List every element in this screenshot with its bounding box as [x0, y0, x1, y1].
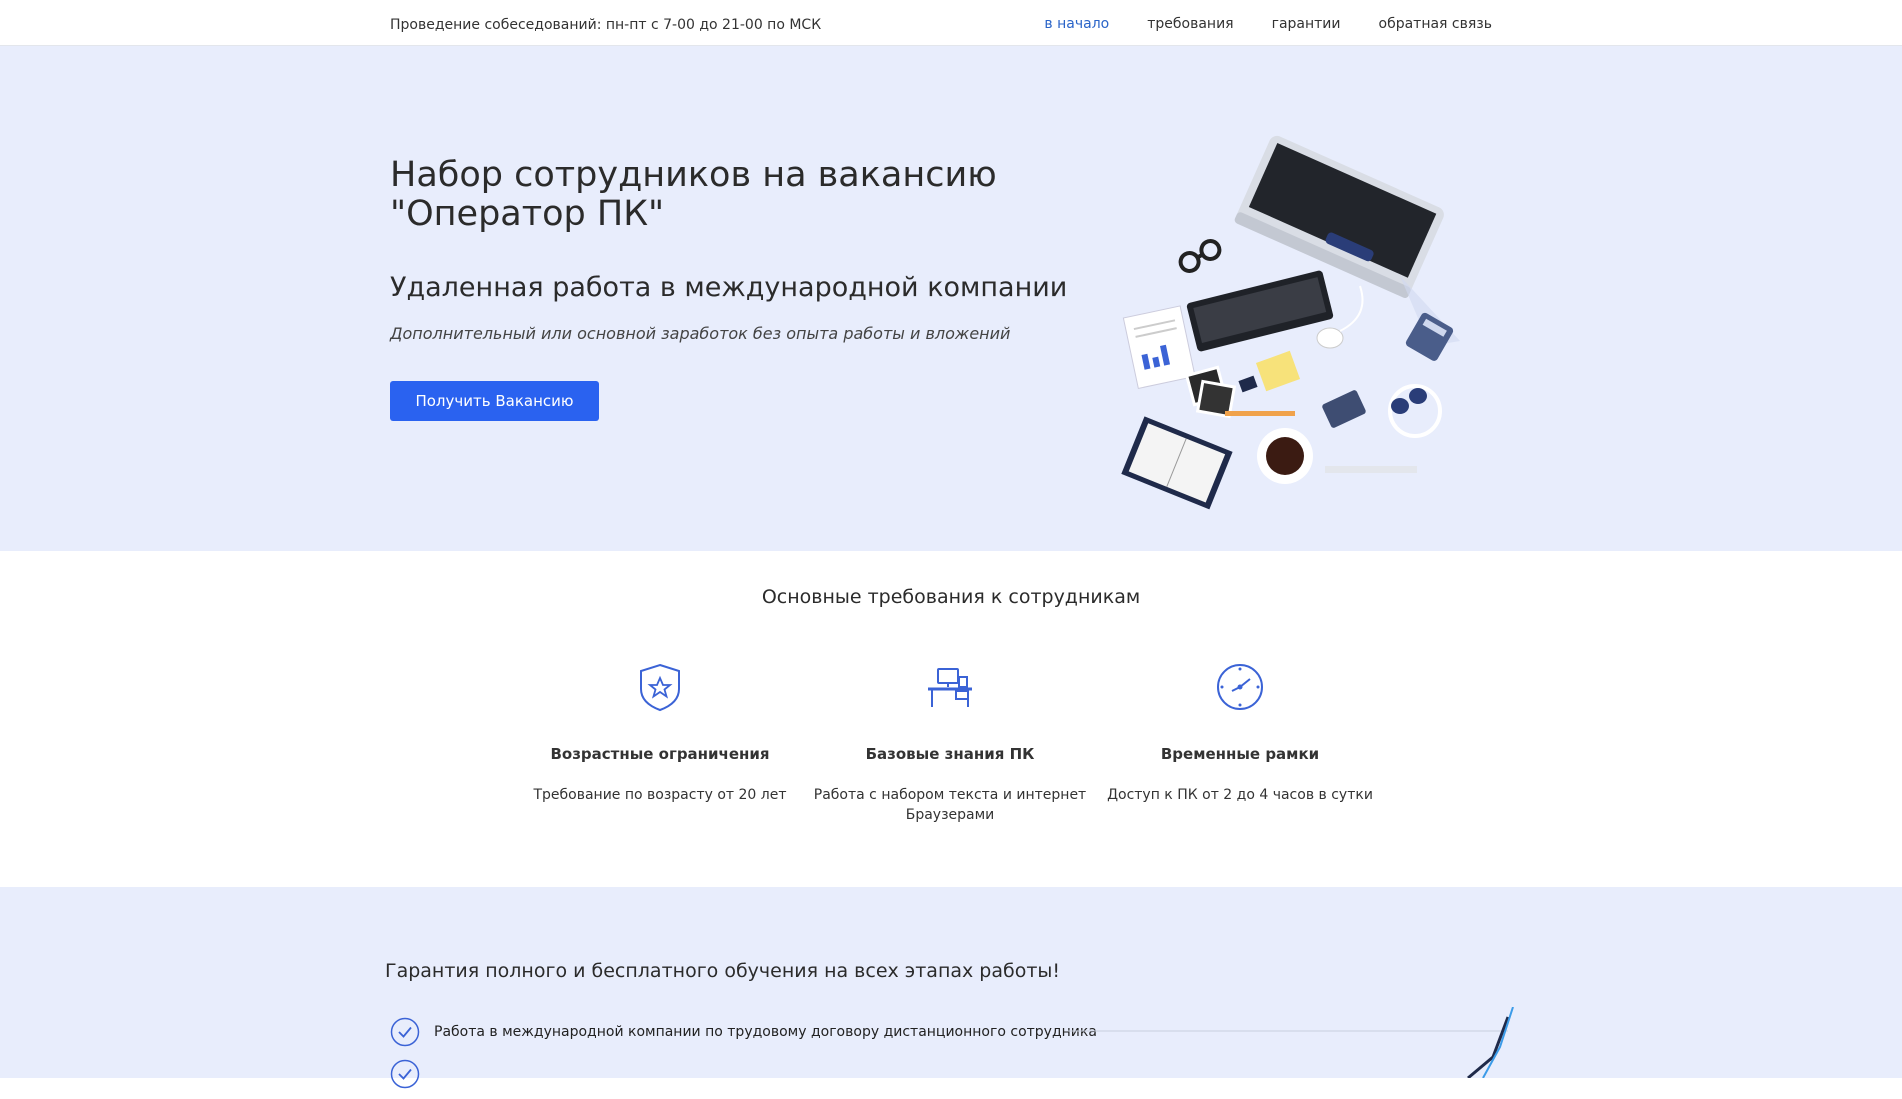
requirement-title: Базовые знания ПК — [865, 745, 1035, 763]
nav-link-requirements[interactable]: требования — [1147, 16, 1233, 32]
guarantees-list: Работа в международной компании по трудо… — [390, 1015, 1097, 1099]
requirement-text: Требование по возрасту от 20 лет — [533, 787, 787, 803]
nav-link-home[interactable]: в начало — [1044, 16, 1109, 32]
requirement-card-time: Временные рамки Доступ к ПК от 2 до 4 ча… — [1095, 661, 1385, 805]
requirement-title: Временные рамки — [1160, 745, 1320, 763]
growth-graph-illustration — [1068, 1007, 1514, 1078]
desk-computer-icon — [928, 668, 972, 707]
requirement-card-pc-skills: Базовые знания ПК Работа с набором текст… — [805, 661, 1095, 825]
requirement-text: Доступ к ПК от 2 до 4 часов в сутки — [1107, 787, 1373, 803]
guarantees-section: Гарантия полного и бесплатного обучения … — [0, 887, 1902, 1089]
top-bar: Проведение собеседований: пн-пт с 7-00 д… — [0, 0, 1902, 46]
requirements-heading: Основные требования к сотрудникам — [761, 586, 1141, 608]
nav-link-feedback[interactable]: обратная связь — [1379, 16, 1493, 32]
requirement-title: Возрастные ограничения — [550, 745, 770, 763]
get-vacancy-button[interactable]: Получить Вакансию — [390, 381, 599, 421]
list-item: Работа в международной компании по трудо… — [390, 1015, 1097, 1049]
shield-star-icon — [640, 663, 680, 712]
hero-tagline: Дополнительный или основной заработок бе… — [390, 324, 1011, 343]
check-circle-icon — [390, 1059, 420, 1089]
guarantees-heading: Гарантия полного и бесплатного обучения … — [385, 960, 1061, 982]
requirement-text: Работа с набором текста и интернет Брауз… — [813, 787, 1087, 823]
requirements-section: Основные требования к сотрудникам Возрас… — [0, 551, 1902, 887]
requirement-card-age: Возрастные ограничения Требование по воз… — [515, 661, 805, 805]
guarantee-text: Работа в международной компании по трудо… — [434, 1024, 1097, 1040]
check-circle-icon — [390, 1017, 420, 1047]
hero-section: Набор сотрудников на вакансию "Оператор … — [0, 46, 1902, 551]
clock-icon — [1217, 664, 1263, 710]
hero-subtitle: Удаленная работа в международной компани… — [390, 272, 1068, 303]
schedule-text: Проведение собеседований: пн-пт с 7-00 д… — [390, 17, 822, 33]
list-item — [390, 1057, 1097, 1091]
hero-title: Набор сотрудников на вакансию "Оператор … — [390, 155, 997, 234]
nav-link-guarantees[interactable]: гарантии — [1272, 16, 1341, 32]
workspace-illustration — [1121, 135, 1460, 510]
main-nav: в начало требования гарантии обратная св… — [1044, 16, 1492, 32]
